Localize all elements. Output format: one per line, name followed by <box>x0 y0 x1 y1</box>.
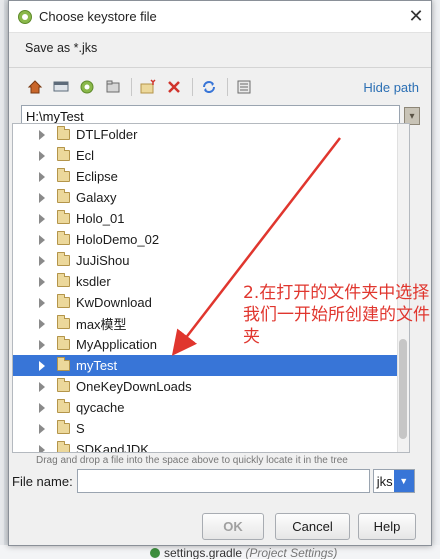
tree-row-label: OneKeyDownLoads <box>76 379 192 394</box>
extension-value: jks <box>376 473 393 489</box>
new-folder-icon[interactable] <box>138 77 158 97</box>
home-icon[interactable] <box>25 77 45 97</box>
delete-icon[interactable] <box>164 77 184 97</box>
expand-arrow-icon[interactable] <box>39 129 45 140</box>
tree-row[interactable]: DTLFolder <box>13 124 398 145</box>
tree-row-label: Ecl <box>76 148 95 163</box>
folder-icon <box>57 273 70 287</box>
gradle-icon <box>150 548 160 558</box>
tree-row-label: qycache <box>76 400 125 415</box>
tutorial-annotation: 2.在打开的文件夹中选择我们一开始所创建的文件夹 <box>243 283 430 347</box>
tree-row[interactable]: Galaxy <box>13 187 398 208</box>
toolbar-separator <box>131 78 132 96</box>
file-name-label: File name: <box>12 473 73 489</box>
toolbar-separator <box>192 78 193 96</box>
tree-row[interactable]: Eclipse <box>13 166 398 187</box>
tree-row[interactable]: Ecl <box>13 145 398 166</box>
folder-icon <box>57 441 70 452</box>
folder-icon <box>57 210 70 224</box>
expand-arrow-icon[interactable] <box>39 318 45 329</box>
tree-row[interactable]: OneKeyDownLoads <box>13 376 398 397</box>
expand-arrow-icon[interactable] <box>39 381 45 392</box>
toolbar-separator <box>227 78 228 96</box>
module-icon[interactable] <box>103 77 123 97</box>
file-chooser-toolbar: Hide path <box>9 72 431 102</box>
extension-select[interactable]: jks ▼ <box>372 469 415 493</box>
expand-arrow-icon[interactable] <box>39 213 45 224</box>
expand-arrow-icon[interactable] <box>39 150 45 161</box>
dialog-title: Choose keystore file <box>39 9 157 24</box>
folder-icon <box>57 399 70 413</box>
expand-arrow-icon[interactable] <box>39 360 45 371</box>
expand-arrow-icon[interactable] <box>39 276 45 287</box>
tree-row[interactable]: SDKandJDK <box>13 439 398 453</box>
background-file-entry: settings.gradle (Project Settings) <box>150 546 337 559</box>
folder-icon <box>57 126 70 140</box>
tree-row-label: myTest <box>76 358 118 373</box>
help-button[interactable]: Help <box>358 513 416 540</box>
tree-row[interactable]: Holo_01 <box>13 208 398 229</box>
tree-row[interactable]: S <box>13 418 398 439</box>
chevron-down-icon[interactable]: ▼ <box>393 470 414 492</box>
tree-row-label: MyApplication <box>76 337 157 352</box>
close-button[interactable]: ✕ <box>401 2 431 32</box>
tree-row-label: JuJiShou <box>76 253 130 268</box>
folder-icon <box>57 357 70 371</box>
folder-icon <box>57 294 70 308</box>
folder-icon <box>57 147 70 161</box>
refresh-icon[interactable] <box>199 77 219 97</box>
folder-icon <box>57 315 70 329</box>
tree-row-label: ksdler <box>76 274 111 289</box>
expand-arrow-icon[interactable] <box>39 402 45 413</box>
tree-row-label: Galaxy <box>76 190 117 205</box>
drag-drop-hint: Drag and drop a file into the space abov… <box>36 455 348 466</box>
expand-arrow-icon[interactable] <box>39 234 45 245</box>
folder-icon <box>57 231 70 245</box>
folder-icon <box>57 189 70 203</box>
tree-row-label: Eclipse <box>76 169 118 184</box>
tree-row-label: S <box>76 421 85 436</box>
tree-row-label: SDKandJDK <box>76 442 149 453</box>
tree-row-label: max模型 <box>76 317 127 332</box>
tree-row[interactable]: JuJiShou <box>13 250 398 271</box>
hide-path-link[interactable]: Hide path <box>363 80 419 95</box>
tree-row[interactable]: qycache <box>13 397 398 418</box>
background-file-sub: (Project Settings) <box>245 546 338 559</box>
expand-arrow-icon[interactable] <box>39 423 45 434</box>
cancel-button[interactable]: Cancel <box>275 513 350 540</box>
file-name-input[interactable] <box>76 469 370 493</box>
folder-icon <box>57 252 70 266</box>
folder-icon <box>57 168 70 182</box>
background-file-name: settings.gradle <box>164 546 243 559</box>
dialog-description: Save as *.jks <box>9 33 431 59</box>
ide-background-left <box>0 0 4 559</box>
folder-icon <box>57 378 70 392</box>
tree-row[interactable]: HoloDemo_02 <box>13 229 398 250</box>
tree-row-label: HoloDemo_02 <box>76 232 160 247</box>
android-studio-icon <box>18 9 32 24</box>
tree-scrollbar-thumb[interactable] <box>399 339 407 439</box>
project-icon[interactable] <box>77 77 97 97</box>
folder-icon <box>57 336 70 350</box>
ok-button[interactable]: OK <box>202 513 264 540</box>
folder-icon <box>57 420 70 434</box>
file-name-row: File name: jks ▼ <box>12 469 415 493</box>
expand-arrow-icon[interactable] <box>39 171 45 182</box>
tree-row-label: Holo_01 <box>76 211 125 226</box>
show-hidden-icon[interactable] <box>234 77 254 97</box>
dialog-titlebar: Choose keystore file ✕ <box>9 1 431 33</box>
expand-arrow-icon[interactable] <box>39 192 45 203</box>
desktop-icon[interactable] <box>51 77 71 97</box>
tree-row[interactable]: myTest <box>13 355 398 376</box>
tree-row-label: KwDownload <box>76 295 152 310</box>
tree-row-label: DTLFolder <box>76 127 138 142</box>
expand-arrow-icon[interactable] <box>39 444 45 452</box>
expand-arrow-icon[interactable] <box>39 297 45 308</box>
description-divider <box>9 67 431 68</box>
expand-arrow-icon[interactable] <box>39 339 45 350</box>
expand-arrow-icon[interactable] <box>39 255 45 266</box>
